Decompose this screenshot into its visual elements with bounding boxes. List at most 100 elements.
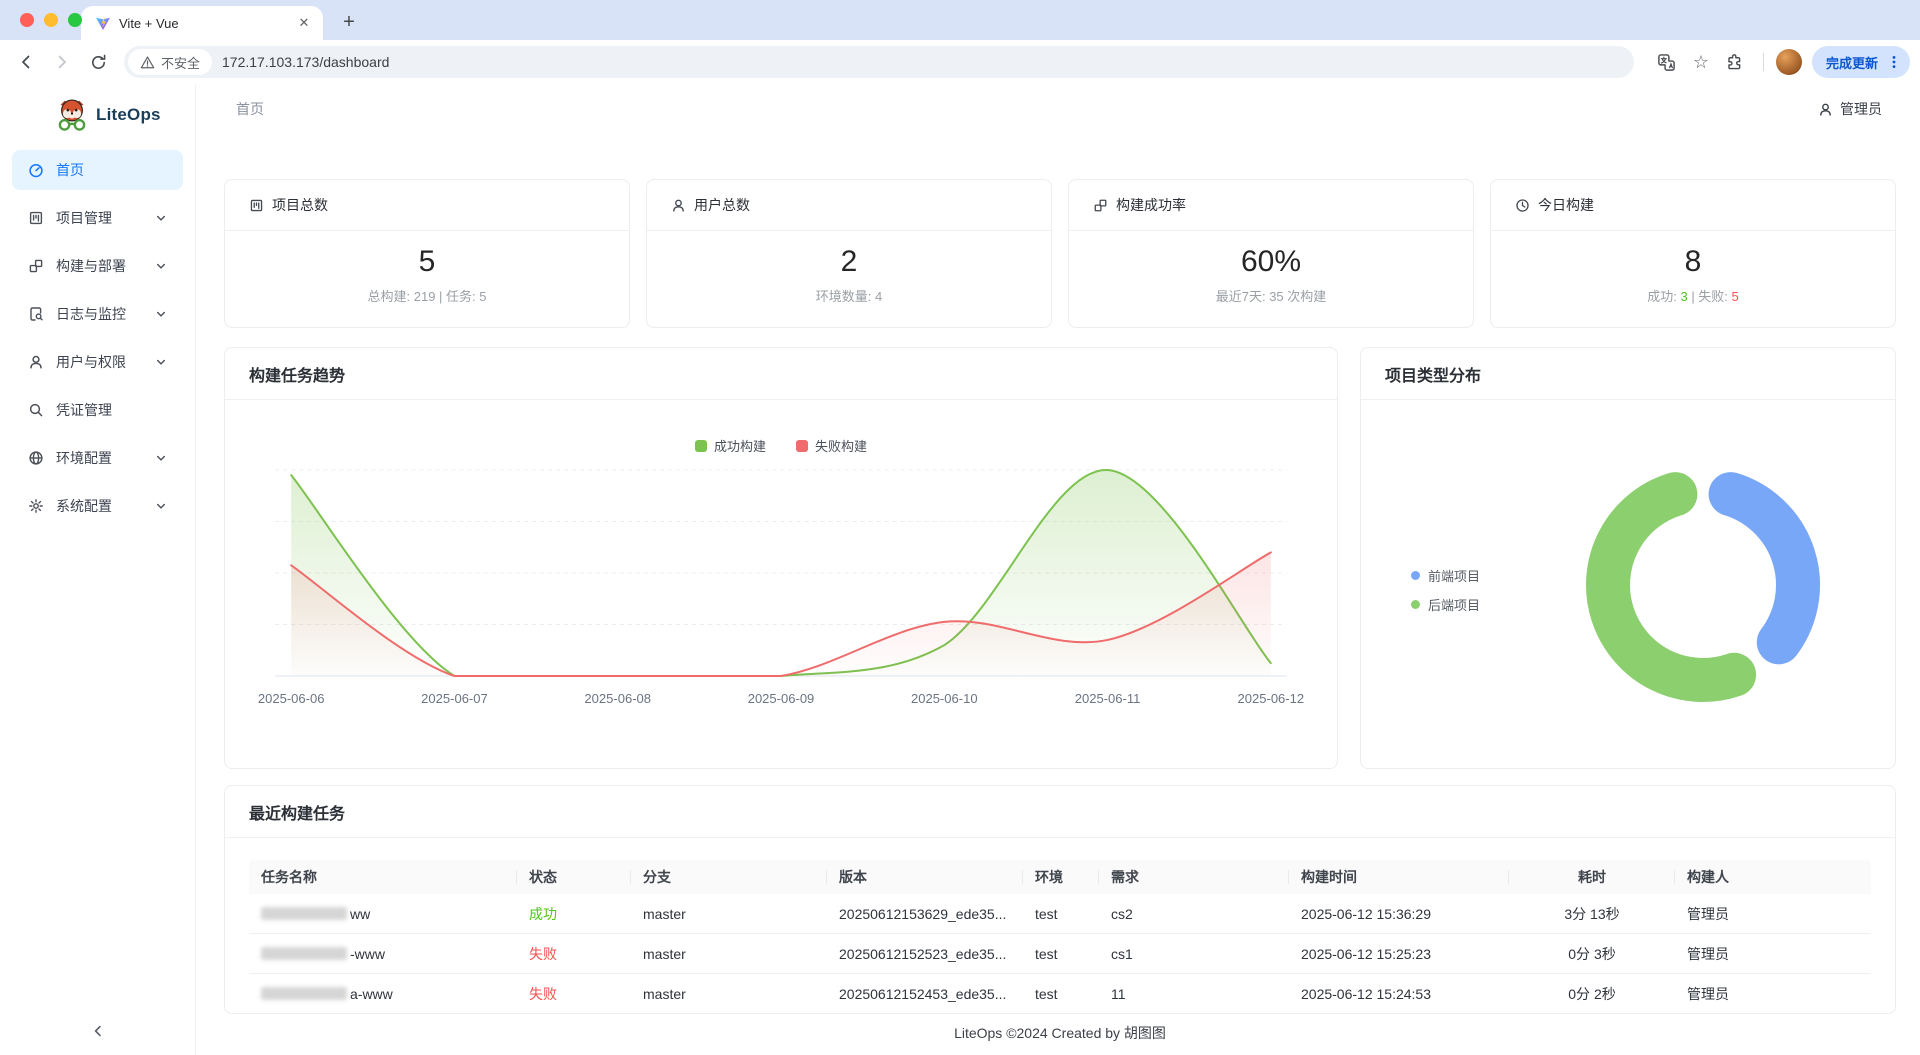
sidebar-item-users-permissions[interactable]: 用户与权限 <box>12 342 183 382</box>
builder: 管理员 <box>1675 934 1871 973</box>
site-security-chip[interactable]: 不安全 <box>128 49 212 75</box>
legend-label: 前端项目 <box>1428 566 1480 585</box>
task-name: -www <box>249 934 517 973</box>
user-menu[interactable]: 管理员 <box>1818 99 1882 119</box>
stat-subtitle: 成功: 3 | 失败: 5 <box>1491 286 1895 305</box>
redacted-text <box>261 947 347 960</box>
profile-avatar[interactable] <box>1776 49 1802 75</box>
x-axis-label: 2025-06-06 <box>258 691 325 706</box>
chart-title: 构建任务趋势 <box>225 348 1337 400</box>
chrome-update-button[interactable]: 完成更新 <box>1812 46 1910 78</box>
version: 20250612152453_ede35... <box>827 974 1023 1013</box>
build-trend-card: 构建任务趋势 成功构建 失败构建 2025-06-062025-06-07202… <box>224 347 1338 769</box>
sidebar-item-build-deploy[interactable]: 构建与部署 <box>12 246 183 286</box>
brand-logo[interactable]: LiteOps <box>0 84 195 142</box>
tab-close-icon[interactable]: ✕ <box>295 14 313 32</box>
status-badge: 失败 <box>517 934 631 973</box>
requirement: cs1 <box>1099 934 1289 973</box>
stat-title: 构建成功率 <box>1116 195 1186 215</box>
stat-cards-row: 项目总数 5 总构建: 219 | 任务: 5 用户总数 2 环境数量: 4 构… <box>224 179 1896 328</box>
x-axis-label: 2025-06-10 <box>911 691 978 706</box>
sidebar-item-credentials[interactable]: 凭证管理 <box>12 390 183 430</box>
stat-title: 项目总数 <box>272 195 328 215</box>
stat-value: 5 <box>225 245 629 279</box>
bookmark-star-icon[interactable]: ☆ <box>1693 53 1709 71</box>
column-header: 耗时 <box>1509 860 1675 894</box>
column-header: 版本 <box>827 860 1023 894</box>
user-icon <box>671 198 686 213</box>
fail-count: 5 <box>1732 289 1739 304</box>
table-title: 最近构建任务 <box>225 786 1895 838</box>
security-label: 不安全 <box>161 53 200 72</box>
donut-legend: 前端项目 后端项目 <box>1411 566 1480 614</box>
sidebar-item-label: 系统配置 <box>56 496 141 516</box>
sidebar-item-label: 环境配置 <box>56 448 141 468</box>
macos-close-button[interactable] <box>20 13 34 27</box>
clock-icon <box>1515 198 1530 213</box>
stat-card-total-users: 用户总数 2 环境数量: 4 <box>646 179 1052 328</box>
trend-line-chart: 2025-06-062025-06-072025-06-082025-06-09… <box>225 400 1337 769</box>
duration: 0分 2秒 <box>1509 974 1675 1013</box>
sidebar-item-system-settings[interactable]: 系统配置 <box>12 486 183 526</box>
stat-title: 今日构建 <box>1538 195 1594 215</box>
macos-zoom-button[interactable] <box>68 13 82 27</box>
builder: 管理员 <box>1675 974 1871 1013</box>
new-tab-button[interactable]: + <box>335 8 363 36</box>
chevron-down-icon <box>153 499 169 513</box>
dashboard-icon <box>28 162 44 178</box>
builder: 管理员 <box>1675 894 1871 933</box>
environment: test <box>1023 974 1099 1013</box>
build-time: 2025-06-12 15:24:53 <box>1289 974 1509 1013</box>
requirement: 11 <box>1099 974 1289 1013</box>
menu-dots-icon[interactable] <box>1886 54 1902 70</box>
sidebar-item-label: 日志与监控 <box>56 304 141 324</box>
version: 20250612152523_ede35... <box>827 934 1023 973</box>
forward-button[interactable] <box>46 46 78 78</box>
project-type-card: 项目类型分布 前端项目 后端项目 <box>1360 347 1896 769</box>
sidebar-collapse-button[interactable] <box>88 1021 108 1041</box>
redacted-text <box>261 987 347 1000</box>
stat-card-todays-builds: 今日构建 8 成功: 3 | 失败: 5 <box>1490 179 1896 328</box>
table-header-row: 任务名称 状态 分支 版本 环境 需求 构建时间 耗时 构建人 <box>249 860 1871 894</box>
breadcrumb[interactable]: 首页 <box>236 99 264 119</box>
legend-marker-success <box>695 440 707 452</box>
warning-icon <box>140 55 155 70</box>
legend-item-frontend[interactable]: 前端项目 <box>1411 566 1480 585</box>
column-header: 环境 <box>1023 860 1099 894</box>
log-monitor-icon <box>28 306 44 322</box>
legend-item-success[interactable]: 成功构建 <box>695 436 766 455</box>
status-badge: 失败 <box>517 974 631 1013</box>
page-footer: LiteOps ©2024 Created by 胡图图 <box>224 1023 1896 1043</box>
reload-button[interactable] <box>82 46 114 78</box>
chevron-down-icon <box>153 307 169 321</box>
main-area: 首页 管理员 项目总数 5 总构建: 219 | 任务: 5 用户总数 <box>196 84 1920 1055</box>
legend-dot-backend <box>1411 600 1420 609</box>
browser-tab[interactable]: Vite + Vue ✕ <box>81 6 323 40</box>
extensions-icon[interactable] <box>1719 46 1751 78</box>
vite-logo-icon <box>95 15 111 31</box>
stat-card-build-success-rate: 构建成功率 60% 最近7天: 35 次构建 <box>1068 179 1474 328</box>
translate-icon[interactable] <box>1651 46 1683 78</box>
environment-icon <box>28 450 44 466</box>
column-header: 任务名称 <box>249 860 517 894</box>
sidebar-item-environment[interactable]: 环境配置 <box>12 438 183 478</box>
back-button[interactable] <box>10 46 42 78</box>
legend-item-backend[interactable]: 后端项目 <box>1411 595 1480 614</box>
status-badge: 成功 <box>517 894 631 933</box>
column-header: 需求 <box>1099 860 1289 894</box>
sidebar-item-home[interactable]: 首页 <box>12 150 183 190</box>
x-axis-label: 2025-06-09 <box>748 691 815 706</box>
sidebar-item-label: 凭证管理 <box>56 400 169 420</box>
sidebar-nav: 首页 项目管理 构建与部署 日志与监控 用户与权限 <box>0 142 195 526</box>
sidebar-item-projects[interactable]: 项目管理 <box>12 198 183 238</box>
page-topbar: 首页 管理员 <box>196 84 1920 134</box>
chevron-left-icon <box>90 1023 106 1039</box>
task-name: a-www <box>249 974 517 1013</box>
project-icon <box>28 210 44 226</box>
legend-item-fail[interactable]: 失败构建 <box>796 436 867 455</box>
sidebar-item-logs-monitoring[interactable]: 日志与监控 <box>12 294 183 334</box>
address-bar[interactable]: 不安全 172.17.103.173/dashboard <box>124 46 1634 78</box>
column-header: 状态 <box>517 860 631 894</box>
tab-title: Vite + Vue <box>119 16 287 31</box>
macos-minimize-button[interactable] <box>44 13 58 27</box>
